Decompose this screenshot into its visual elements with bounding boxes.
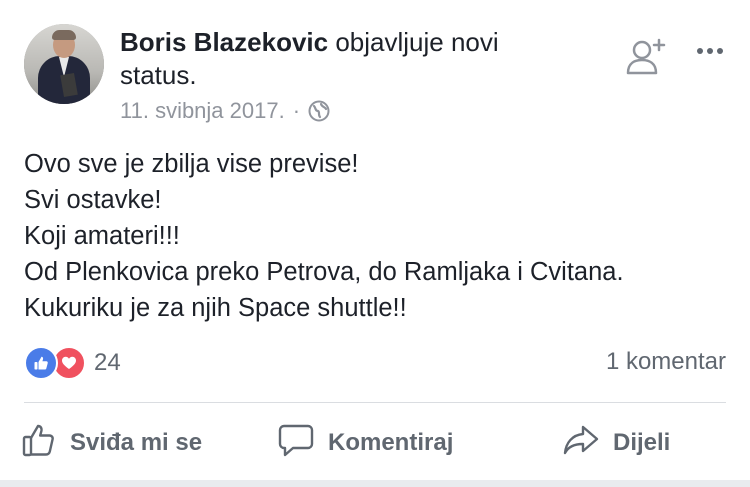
post-body-line: Kukuriku je za njih Space shuttle!! <box>24 294 407 322</box>
like-button-label: Sviđa mi se <box>70 429 203 456</box>
add-friend-icon[interactable] <box>625 36 667 78</box>
comments-count[interactable]: 1 komentar <box>606 348 726 376</box>
globe-icon[interactable] <box>308 100 330 122</box>
reactions-summary[interactable]: 24 <box>24 346 121 380</box>
post-body-line: Od Plenkovica preko Petrova, do Ramljaka… <box>24 258 624 286</box>
comment-button-label: Komentiraj <box>328 429 454 456</box>
post-body-line: Koji amateri!!! <box>24 222 180 250</box>
divider <box>24 402 726 403</box>
comment-bubble-icon <box>278 423 328 464</box>
thumbs-up-icon <box>22 423 70 464</box>
post-actions-bar: Sviđa mi se Komentiraj Dijeli <box>0 418 750 468</box>
like-reaction-icon <box>24 346 58 380</box>
reaction-count: 24 <box>94 349 121 376</box>
post-meta: 11. svibnja 2017. · <box>120 96 330 126</box>
more-icon[interactable] <box>696 43 724 54</box>
share-button-label: Dijeli <box>613 429 671 456</box>
post-body-line: Svi ostavke! <box>24 186 162 214</box>
feed-separator <box>0 480 750 487</box>
author-name[interactable]: Boris Blazekovic <box>120 27 328 57</box>
meta-separator: · <box>292 98 301 123</box>
post-date[interactable]: 11. svibnja 2017. <box>120 98 285 124</box>
comment-button[interactable]: Komentiraj <box>278 418 453 468</box>
share-arrow-icon <box>563 423 613 464</box>
like-button[interactable]: Sviđa mi se <box>22 418 202 468</box>
share-button[interactable]: Dijeli <box>563 418 670 468</box>
post-body-line: Ovo sve je zbilja vise previse! <box>24 150 359 178</box>
post-header-text: Boris Blazekovic objavljuje novi status. <box>120 26 540 92</box>
post-card: Boris Blazekovic objavljuje novi status.… <box>0 0 750 487</box>
post-body: Ovo sve je zbilja vise previse! Svi osta… <box>24 146 734 326</box>
avatar[interactable] <box>24 24 104 104</box>
